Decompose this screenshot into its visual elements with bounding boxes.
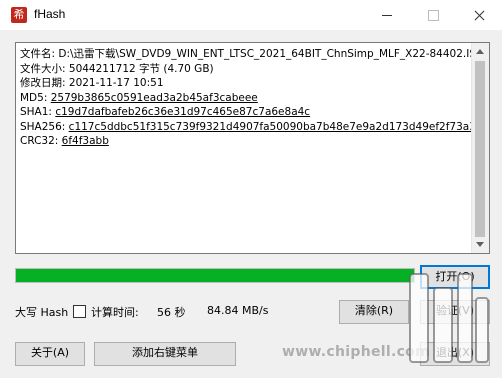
result-line: SHA1: c19d7dafbafeb26c36e31d97c465e87c7a… xyxy=(20,105,484,120)
timer-label: 计算时间: xyxy=(91,306,139,319)
hash-link[interactable]: c117c5ddbc51f315c739f9321d4907fa50090ba7… xyxy=(69,121,476,133)
result-line-value: 2021-11-17 10:51 xyxy=(68,77,164,89)
vertical-scrollbar[interactable] xyxy=(471,43,489,253)
title-bar: 希 fHash xyxy=(0,0,502,30)
result-line: 文件名: D:\迅雷下载\SW_DVD9_WIN_ENT_LTSC_2021_6… xyxy=(20,47,484,62)
result-line: 修改日期: 2021-11-17 10:51 xyxy=(20,76,484,91)
hash-link[interactable]: 2579b3865c0591ead3a2b45af3cabeee xyxy=(51,92,258,104)
clear-button[interactable]: 清除(R) xyxy=(339,300,409,324)
about-button[interactable]: 关于(A) xyxy=(15,342,85,366)
hash-link[interactable]: c19d7dafbafeb26c36e31d97c465e87c7a6e8a4c xyxy=(55,106,310,118)
result-line: SHA256: c117c5ddbc51f315c739f9321d4907fa… xyxy=(20,120,484,135)
result-line: MD5: 2579b3865c0591ead3a2b45af3cabeee xyxy=(20,91,484,106)
result-line-label: CRC32: xyxy=(20,135,62,147)
watermark-url: www.chiphell.com xyxy=(282,344,430,360)
result-line-label: SHA1: xyxy=(20,106,56,118)
hash-link[interactable]: 6f4f3abb xyxy=(62,135,109,147)
window-title: fHash xyxy=(34,7,66,21)
result-line-label: 修改日期: xyxy=(20,77,69,89)
result-line: 文件大小: 5044211712 字节 (4.70 GB) xyxy=(20,62,484,77)
exit-button[interactable]: 退出(X) xyxy=(420,342,490,366)
close-icon[interactable] xyxy=(456,0,502,30)
add-context-menu-button[interactable]: 添加右键菜单 xyxy=(94,342,236,366)
verify-button[interactable]: 验证(V) xyxy=(420,300,490,324)
result-line-label: SHA256: xyxy=(20,120,69,133)
minimize-icon[interactable] xyxy=(364,0,410,30)
result-text-area[interactable]: 文件名: D:\迅雷下载\SW_DVD9_WIN_ENT_LTSC_2021_6… xyxy=(15,42,490,254)
scroll-down-icon[interactable] xyxy=(476,242,484,247)
result-line-label: 文件大小: xyxy=(20,62,69,75)
uppercase-hash-label: 大写 Hash xyxy=(15,306,69,319)
result-line: CRC32: 6f4f3abb xyxy=(20,134,484,149)
progress-bar xyxy=(15,268,415,283)
elapsed-time: 56 秒 xyxy=(157,306,186,319)
hash-speed: 84.84 MB/s xyxy=(207,304,269,317)
browse-button[interactable]: 打开(O) xyxy=(420,265,490,289)
result-line-label: MD5: xyxy=(20,91,51,104)
result-line-label: 文件名: xyxy=(20,48,59,60)
result-line-value: 5044211712 字节 (4.70 GB) xyxy=(68,62,214,75)
app-icon: 希 xyxy=(11,7,27,23)
progress-fill xyxy=(16,269,414,282)
maximize-icon[interactable] xyxy=(410,0,456,30)
scroll-thumb[interactable] xyxy=(475,61,485,237)
result-line-value: D:\迅雷下载\SW_DVD9_WIN_ENT_LTSC_2021_64BIT_… xyxy=(58,48,485,60)
uppercase-hash-checkbox[interactable] xyxy=(73,305,86,318)
scroll-up-icon[interactable] xyxy=(476,49,484,54)
result-lines: 文件名: D:\迅雷下载\SW_DVD9_WIN_ENT_LTSC_2021_6… xyxy=(20,47,484,149)
fhash-window: 希 fHash 文件名: D:\迅雷下载\SW_DVD9_WIN_ENT_LTS… xyxy=(0,0,502,378)
